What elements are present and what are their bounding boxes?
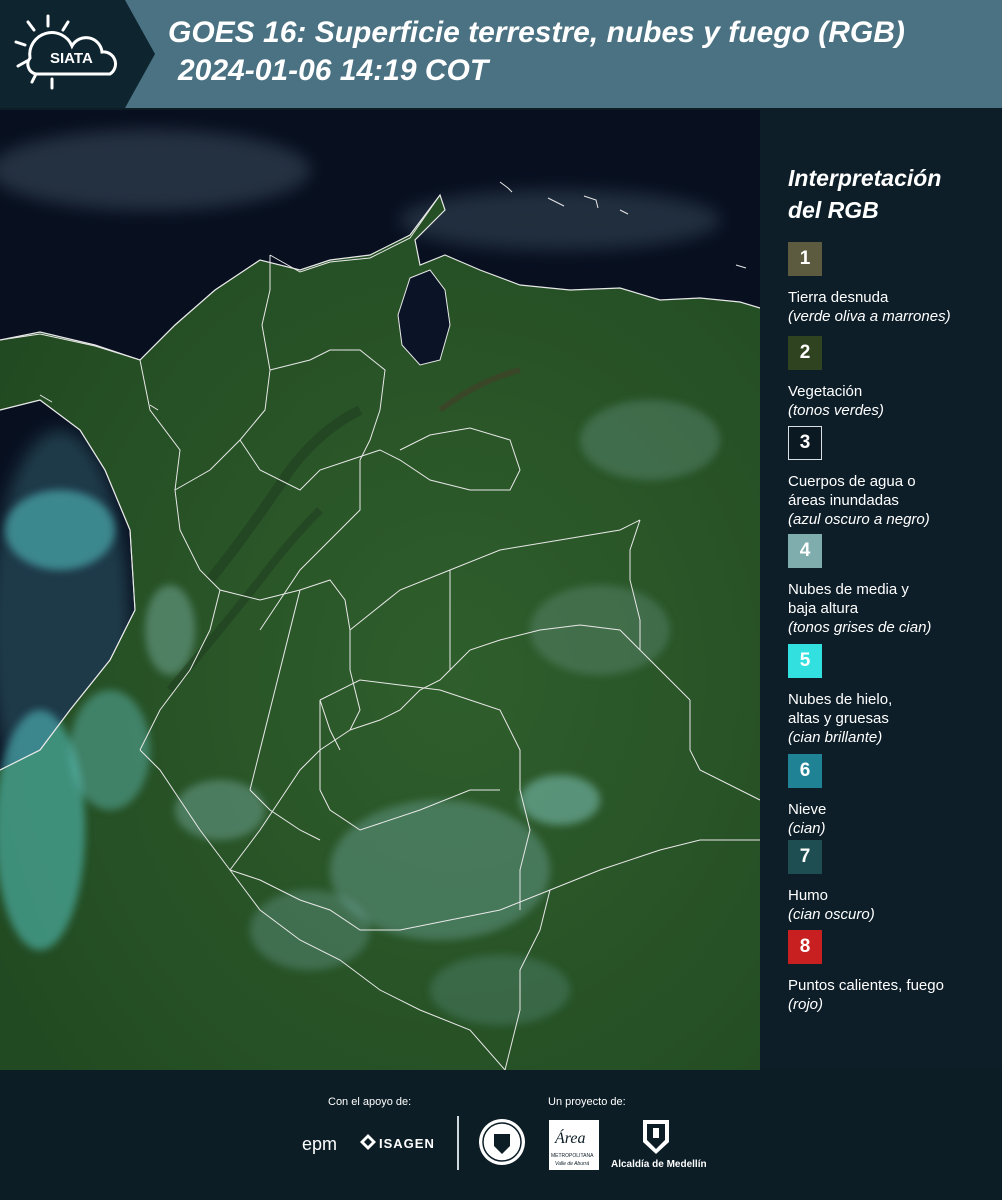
legend-item: 6 Nieve (cian) — [788, 754, 998, 838]
legend-label-line: Humo — [788, 887, 829, 904]
header-bar: SIATA GOES 16: Superficie terrestre, nub… — [0, 0, 1002, 108]
alcaldia-shield-icon — [641, 1118, 671, 1156]
legend-item: 3 Cuerpos de agua o áreas inundadas (azul o… — [788, 426, 998, 529]
siata-logo: SIATA — [0, 0, 155, 108]
legend-item: 7 Humo (cian oscuro) — [788, 840, 998, 924]
siata-logo-text: SIATA — [50, 50, 93, 67]
legend-label: Vegetación (tonos verdes) — [788, 382, 998, 420]
legend-note: (azul oscuro a negro) — [788, 511, 930, 528]
legend-title-line-1: Interpretación — [788, 165, 942, 191]
legend-label-line: altas y gruesas — [788, 710, 889, 727]
legend-swatch: 8 — [788, 930, 822, 964]
title-line-1: GOES 16: Superficie terrestre, nubes y f… — [168, 16, 905, 49]
area-logo-sub2: Valle de Aburrá — [555, 1161, 590, 1167]
legend-note: (rojo) — [788, 996, 824, 1013]
legend-label: Puntos calientes, fuego (rojo) — [788, 976, 998, 1014]
legend-note: (verde oliva a marrones) — [788, 308, 951, 325]
isagen-icon — [360, 1134, 376, 1150]
satellite-map — [0, 110, 760, 1070]
legend-item: 1 Tierra desnuda (verde oliva a marrones) — [788, 242, 998, 326]
legend-label-line: baja altura — [788, 600, 859, 617]
legend-label: Cuerpos de agua o áreas inundadas (azul os… — [788, 472, 998, 529]
legend-label-line: Tierra desnuda — [788, 289, 889, 306]
legend-label-line: Nieve — [788, 801, 827, 818]
legend-item: 8 Puntos calientes, fuego (rojo) — [788, 930, 998, 1014]
legend-note: (cian brillante) — [788, 729, 883, 746]
legend-title-line-2: del RGB — [788, 197, 879, 223]
legend-label: Humo (cian oscuro) — [788, 886, 998, 924]
legend-swatch: 6 — [788, 754, 822, 788]
legend-item: 4 Nubes de media y baja altura (tonos grise… — [788, 534, 998, 637]
legend-item: 2 Vegetación (tonos verdes) — [788, 336, 998, 420]
legend-label-line: Vegetación — [788, 383, 863, 400]
legend-swatch: 7 — [788, 840, 822, 874]
area-logo-sub: METROPOLITANA — [551, 1153, 594, 1159]
legend-swatch: 4 — [788, 534, 822, 568]
legend-label: Tierra desnuda (verde oliva a marrones) — [788, 288, 998, 326]
legend-title: Interpretación del RGB — [788, 162, 988, 226]
legend-note: (cian oscuro) — [788, 906, 875, 923]
project-label: Un proyecto de: — [548, 1096, 626, 1108]
page-title: GOES 16: Superficie terrestre, nubes y f… — [168, 14, 998, 90]
legend-swatch: 5 — [788, 644, 822, 678]
title-timestamp: 2024-01-06 14:19 COT — [178, 54, 489, 87]
legend-label-line: Nubes de hielo, — [788, 691, 893, 708]
epm-logo: epm — [302, 1134, 338, 1154]
legend-label-line: áreas inundadas — [788, 492, 899, 509]
legend-label: Nubes de hielo, altas y gruesas (cian bril… — [788, 690, 998, 747]
area-metropolitana-logo: Área METROPOLITANA Valle de Aburrá — [549, 1120, 599, 1170]
legend-swatch: 2 — [788, 336, 822, 370]
legend-note: (tonos verdes) — [788, 402, 884, 419]
legend-swatch: 1 — [788, 242, 822, 276]
legend-label-line: Nubes de media y — [788, 581, 909, 598]
legend-swatch: 3 — [788, 426, 822, 460]
alcaldia-logo-text: Alcaldía de Medellín — [611, 1159, 707, 1170]
footer-separator — [457, 1116, 459, 1170]
area-logo-word: Área — [555, 1130, 586, 1147]
legend-label: Nieve (cian) — [788, 800, 998, 838]
gobernacion-seal-icon — [478, 1118, 526, 1166]
footer: Con el apoyo de: Un proyecto de: epm ISA… — [0, 1070, 1002, 1200]
legend-label-line: Cuerpos de agua o — [788, 473, 916, 490]
support-label: Con el apoyo de: — [328, 1096, 412, 1108]
legend-panel: Interpretación del RGB 1 Tierra desnuda (v… — [760, 110, 1002, 1070]
legend-note: (cian) — [788, 820, 826, 837]
isagen-logo: ISAGEN — [379, 1136, 435, 1151]
legend-item: 5 Nubes de hielo, altas y gruesas (cian bri… — [788, 644, 998, 747]
legend-label: Nubes de media y baja altura (tonos grises… — [788, 580, 998, 637]
legend-label-line: Puntos calientes, fuego — [788, 977, 944, 994]
legend-note: (tonos grises de cian) — [788, 619, 932, 636]
